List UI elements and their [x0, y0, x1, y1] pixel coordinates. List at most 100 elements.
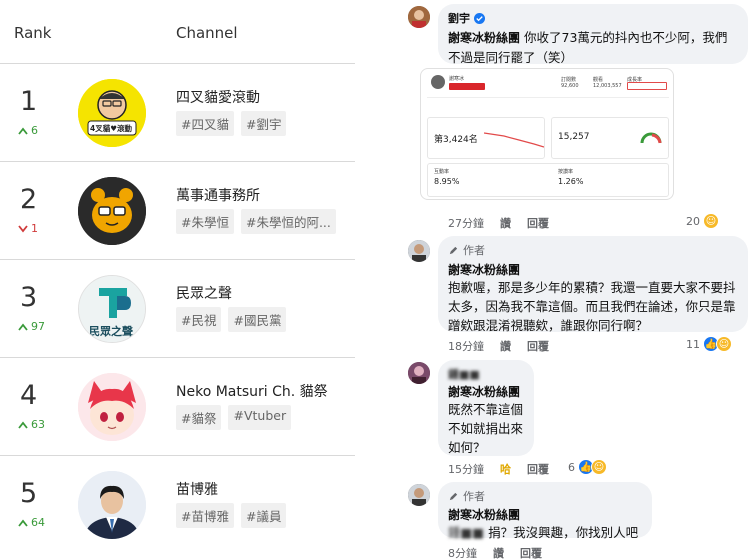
like-action[interactable]: 讚: [493, 545, 504, 560]
haha-reaction-icon: ☺: [591, 459, 607, 475]
commenter-avatar[interactable]: [408, 484, 430, 506]
comment-time[interactable]: 18分鐘: [448, 338, 484, 354]
table-row[interactable]: 2 1 萬事通事務所 #朱學恒 #朱學恒的阿...: [0, 163, 355, 260]
avg-views-card: 15,257: [551, 117, 669, 159]
tag[interactable]: #民視: [176, 307, 222, 332]
rank-number: 1: [20, 86, 38, 117]
mention-link[interactable]: 謝寒冰粉絲團: [448, 31, 520, 45]
channel-name[interactable]: 萬事通事務所: [176, 185, 260, 205]
channel-avatar[interactable]: 4叉貓♥滾動: [78, 79, 146, 147]
reaction-summary[interactable]: 20 ☺: [686, 213, 719, 229]
channel-name[interactable]: 四叉貓愛滾動: [176, 87, 260, 107]
rank-change: 97: [18, 320, 45, 333]
comment-body: 鍾■■ 捐？我沒興趣，你找別人吧: [448, 523, 642, 542]
comment-text: 既然不靠這個不如就捐出來如何？: [448, 402, 524, 455]
gauge-icon: [640, 132, 662, 144]
tag-list: #民視 #國民黨: [176, 307, 287, 332]
comment-time[interactable]: 15分鐘: [448, 461, 484, 477]
reply-action[interactable]: 回覆: [527, 461, 549, 477]
tag[interactable]: #朱學恒: [176, 209, 234, 234]
rank-change: 1: [18, 222, 38, 235]
channel-avatar[interactable]: [78, 177, 146, 245]
haha-action[interactable]: 哈: [500, 461, 511, 477]
mention-link[interactable]: 謝寒冰粉絲團: [448, 261, 738, 278]
rates-card: 互動率 8.95% 按讚率 1.26%: [427, 163, 669, 197]
tag[interactable]: #Vtuber: [228, 405, 292, 430]
author-name[interactable]: 鍾■■: [448, 366, 480, 382]
reply-action[interactable]: 回覆: [520, 545, 542, 560]
channel-thumb: [431, 75, 445, 89]
haha-reaction-icon: ☺: [716, 336, 732, 352]
comment-actions: 8分鐘 讚 回覆: [448, 545, 542, 560]
table-row[interactable]: 4 63 Neko Matsuri Ch. 貓祭 #貓祭 #Vtuber: [0, 359, 355, 456]
shot-label: 按讚率: [558, 169, 574, 175]
reply-action[interactable]: 回覆: [527, 215, 549, 231]
table-row[interactable]: 3 97 民眾之聲 民眾之聲 #民視 #國民黨: [0, 261, 355, 358]
comment-text: 抱歉喔，那是多少年的累積？我還一直要大家不要抖太多，因為我不靠這個。而且我們在論…: [448, 280, 736, 333]
tag[interactable]: #四叉貓: [176, 111, 234, 136]
shot-rank: 第3,424名: [434, 135, 478, 145]
table-row[interactable]: 1 6 4叉貓♥滾動 四叉貓愛滾動 #四叉貓 #劉宇: [0, 65, 355, 162]
channel-avatar[interactable]: [78, 373, 146, 441]
user-avatar-icon: [408, 362, 430, 384]
shot-avg-views: 15,257: [558, 132, 590, 142]
bear-face-logo-icon: [78, 177, 146, 245]
shot-label: 互動率: [434, 169, 450, 175]
rank-column-header[interactable]: Rank: [14, 24, 51, 42]
table-row[interactable]: 5 64 苗博雅 #苗博雅 #議員: [0, 457, 355, 554]
tag[interactable]: #貓祭: [176, 405, 222, 430]
rank-change-value: 97: [31, 320, 45, 333]
channel-avatar[interactable]: 民眾之聲: [78, 275, 146, 343]
attached-screenshot[interactable]: 謝寒冰 訂閱數 92,600 觀看 12,003,557 成長率 第3,424名…: [420, 68, 674, 200]
comment-actions: 15分鐘 哈 回覆: [448, 461, 549, 477]
mention-link[interactable]: 謝寒冰粉絲團: [448, 506, 642, 523]
comment-time[interactable]: 27分鐘: [448, 215, 484, 231]
comment-author[interactable]: 鍾■■: [448, 366, 524, 382]
commenter-avatar[interactable]: [408, 6, 430, 28]
reaction-summary[interactable]: 6 👍 ☺: [568, 459, 607, 475]
rank-change: 6: [18, 124, 38, 137]
channel-avatar[interactable]: [78, 471, 146, 539]
author-badge-label: 作者: [463, 490, 485, 503]
tag[interactable]: #國民黨: [228, 307, 287, 332]
avatar-lettering: 4叉貓♥滾動: [90, 124, 132, 133]
arrow-down-icon: [18, 224, 28, 232]
reaction-summary[interactable]: 11 👍 ☺: [686, 336, 732, 352]
comment-time[interactable]: 8分鐘: [448, 545, 477, 560]
channel-column-header[interactable]: Channel: [176, 24, 238, 42]
rank-number: 2: [20, 184, 38, 215]
channel-name[interactable]: 苗博雅: [176, 479, 218, 499]
commenter-avatar[interactable]: [408, 362, 430, 384]
reply-action[interactable]: 回覆: [527, 338, 549, 354]
like-action[interactable]: 讚: [500, 338, 511, 354]
comment-bubble: 鍾■■ 謝寒冰粉絲團 既然不靠這個不如就捐出來如何？: [438, 360, 534, 456]
comment-text: 捐？我沒興趣，你找別人吧: [488, 525, 639, 540]
tag[interactable]: #劉宇: [240, 111, 287, 136]
tag[interactable]: #議員: [240, 503, 287, 528]
commenter-avatar[interactable]: [408, 240, 430, 262]
arrow-up-icon: [18, 519, 28, 527]
tag-list: #貓祭 #Vtuber: [176, 405, 292, 430]
rank-change-value: 6: [31, 124, 38, 137]
rank-card: 第3,424名: [427, 117, 545, 159]
author-name[interactable]: 劉宇: [448, 10, 470, 26]
tag[interactable]: #朱學恒的阿...: [240, 209, 336, 234]
comment-body: 謝寒冰粉絲團 你收了73萬元的抖內也不少阿，我們不過是同行罷了（笑）: [448, 28, 738, 67]
comment-author[interactable]: 劉宇: [448, 10, 738, 26]
divider: [427, 97, 669, 98]
growth-highlight: [627, 82, 667, 90]
like-action[interactable]: 讚: [500, 215, 511, 231]
tag[interactable]: #苗博雅: [176, 503, 234, 528]
shot-label: 觀看: [593, 77, 604, 83]
comment-actions: 27分鐘 讚 回覆: [448, 215, 549, 231]
comment-actions: 18分鐘 讚 回覆: [448, 338, 549, 354]
channel-name[interactable]: 民眾之聲: [176, 283, 232, 303]
pencil-icon: [449, 492, 458, 500]
tag-list: #四叉貓 #劉宇: [176, 111, 287, 136]
mention-link[interactable]: 謝寒冰粉絲團: [448, 383, 524, 400]
author-badge: 作者: [448, 242, 738, 258]
rank-change: 64: [18, 516, 45, 529]
shot-stat: 12,003,557: [593, 83, 622, 89]
tagged-user[interactable]: 鍾■■: [448, 523, 484, 542]
channel-name[interactable]: Neko Matsuri Ch. 貓祭: [176, 381, 328, 401]
